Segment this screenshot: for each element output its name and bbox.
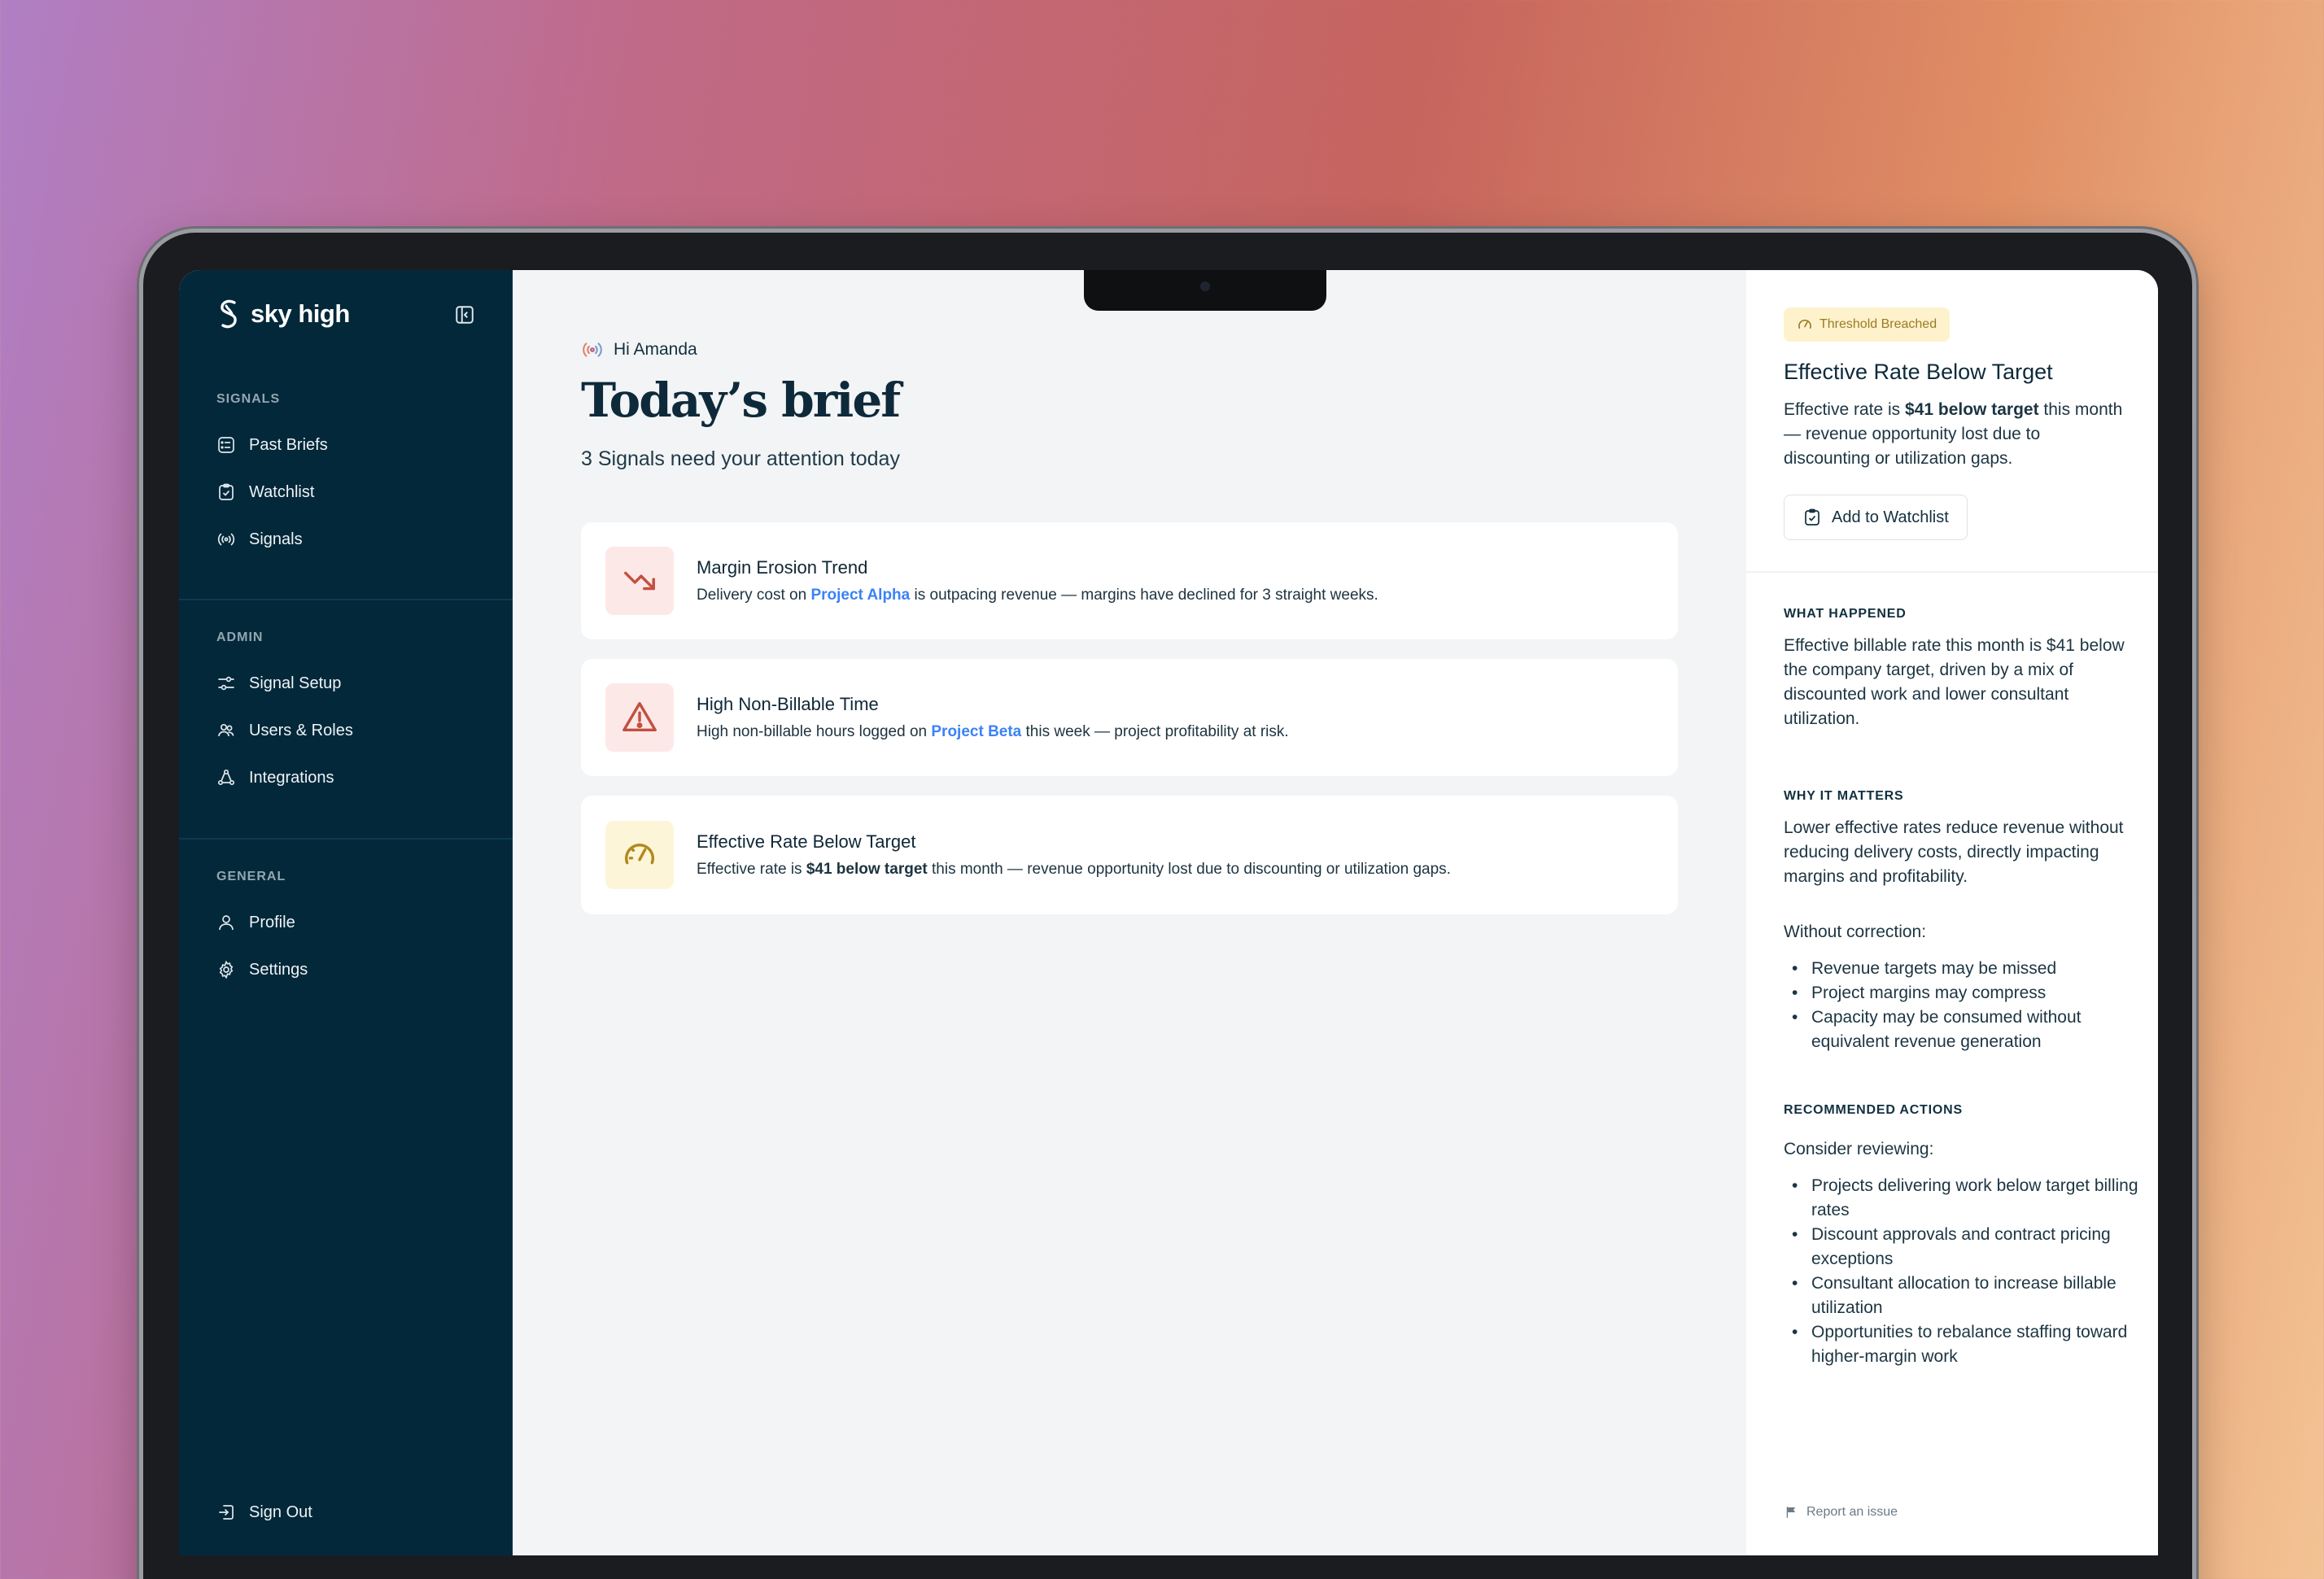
sidebar: sky high SIGNALS Past Briefs Watchlist S… [179, 270, 513, 1555]
nav-section-admin: ADMIN Signal Setup Users & Roles Integra… [179, 630, 513, 801]
add-to-watchlist-button[interactable]: Add to Watchlist [1784, 495, 1968, 540]
gauge-icon [1798, 319, 1811, 329]
greeting-text: Hi Amanda [614, 340, 697, 359]
recommended-actions-list: Projects delivering work below target bi… [1784, 1174, 2142, 1369]
sidebar-item-users-roles[interactable]: Users & Roles [179, 707, 513, 754]
sidebar-item-label: Settings [249, 960, 308, 979]
report-label: Report an issue [1806, 1505, 1898, 1519]
card-description: High non-billable hours logged on Projec… [697, 723, 1289, 740]
sidebar-item-integrations[interactable]: Integrations [179, 754, 513, 801]
gear-icon [219, 960, 234, 979]
list-item: Revenue targets may be missed [1784, 957, 2142, 981]
sliders-icon [218, 676, 234, 691]
integration-icon [217, 769, 235, 786]
broadcast-icon [583, 342, 602, 357]
broadcast-icon [217, 533, 235, 546]
list-item: Discount approvals and contract pricing … [1784, 1223, 2142, 1271]
card-title: High Non-Billable Time [697, 694, 879, 714]
section-title: ADMIN [216, 630, 264, 644]
signal-card-non-billable[interactable]: High Non-Billable Time High non-billable… [581, 659, 1678, 776]
card-icon-container [605, 683, 674, 752]
sidebar-item-label: Watchlist [249, 482, 315, 501]
flag-icon [1786, 1507, 1796, 1518]
sidebar-item-settings[interactable]: Settings [179, 946, 513, 993]
nav-section-signals: SIGNALS Past Briefs Watchlist Signals [179, 392, 513, 563]
list-item: Projects delivering work below target bi… [1784, 1174, 2142, 1223]
list-item: Opportunities to rebalance staffing towa… [1784, 1320, 2142, 1369]
sidebar-item-label: Signals [249, 530, 303, 548]
clipboard-check-icon [219, 483, 234, 500]
clipboard-check-icon [1805, 508, 1819, 526]
sidebar-item-label: Past Briefs [249, 435, 328, 454]
list-item: Consultant allocation to increase billab… [1784, 1271, 2142, 1320]
brand-name: sky high [251, 299, 350, 328]
page-title: Today’s brief [581, 373, 901, 428]
nav-section-general: GENERAL Profile Settings [179, 870, 513, 993]
panel-description: Effective rate is $41 below target this … [1784, 400, 2123, 468]
list-item: Capacity may be consumed without equival… [1784, 1005, 2142, 1054]
sidebar-item-label: Profile [249, 913, 295, 931]
button-label: Add to Watchlist [1832, 508, 1949, 526]
app-window: sky high SIGNALS Past Briefs Watchlist S… [179, 270, 2158, 1555]
section-title: SIGNALS [216, 392, 281, 406]
what-happened-text: Effective billable rate this month is $4… [1784, 636, 2125, 728]
recommended-lead: Consider reviewing: [1784, 1140, 1934, 1158]
consequence-list: Revenue targets may be missed Project ma… [1784, 957, 2142, 1054]
sidebar-item-label: Users & Roles [249, 721, 353, 739]
list-icon [218, 437, 234, 453]
sidebar-item-label: Signal Setup [249, 674, 342, 692]
laptop-frame: sky high SIGNALS Past Briefs Watchlist S… [143, 233, 2192, 1579]
gauge-icon [625, 844, 654, 865]
camera-notch [1084, 270, 1326, 311]
sidebar-item-label: Integrations [249, 768, 334, 787]
panel-divider [1746, 571, 2158, 573]
sidebar-divider [179, 838, 513, 840]
card-description: Effective rate is $41 below target this … [697, 861, 1451, 878]
project-link[interactable]: Project Alpha [810, 587, 910, 604]
section-heading-why-it-matters: WHY IT MATTERS [1784, 789, 1904, 803]
sidebar-item-past-briefs[interactable]: Past Briefs [179, 421, 513, 469]
signal-card-effective-rate[interactable]: Effective Rate Below Target Effective ra… [581, 796, 1678, 914]
panel-title: Effective Rate Below Target [1784, 360, 2053, 384]
badge-label: Threshold Breached [1819, 317, 1937, 331]
section-title: GENERAL [216, 870, 286, 883]
sidebar-item-watchlist[interactable]: Watchlist [179, 469, 513, 516]
brand[interactable]: sky high [216, 298, 350, 330]
why-it-matters-text: Lower effective rates reduce revenue wit… [1784, 818, 2124, 886]
signal-detail-panel: Threshold Breached Effective Rate Below … [1746, 270, 2158, 1555]
sidebar-item-signals[interactable]: Signals [179, 516, 513, 563]
sign-out-icon [219, 1505, 234, 1520]
card-icon-container [605, 547, 674, 615]
report-issue-link[interactable]: Report an issue [1784, 1505, 1898, 1520]
sidebar-item-profile[interactable]: Profile [179, 899, 513, 946]
sign-out-button[interactable]: Sign Out [179, 1489, 312, 1536]
sidebar-divider [179, 599, 513, 600]
logo-icon [221, 299, 237, 329]
card-description: Delivery cost on Project Alpha is outpac… [697, 587, 1378, 604]
warning-icon [622, 702, 657, 732]
users-icon [218, 723, 234, 737]
section-heading-recommended-actions: RECOMMENDED ACTIONS [1784, 1103, 1963, 1117]
card-title: Margin Erosion Trend [697, 557, 868, 578]
signal-card-margin-erosion[interactable]: Margin Erosion Trend Delivery cost on Pr… [581, 522, 1678, 639]
without-correction-lead: Without correction: [1784, 923, 1927, 941]
sidebar-collapse-icon[interactable] [454, 304, 475, 325]
main-content: Hi Amanda Today’s brief 3 Signals need y… [513, 270, 1746, 1555]
user-icon [219, 915, 234, 931]
project-link[interactable]: Project Beta [931, 723, 1021, 740]
section-heading-what-happened: WHAT HAPPENED [1784, 607, 1907, 621]
page-subtitle: 3 Signals need your attention today [581, 447, 900, 470]
card-title: Effective Rate Below Target [697, 831, 916, 852]
status-badge: Threshold Breached [1784, 308, 1950, 342]
card-icon-container [605, 821, 674, 889]
trend-down-icon [624, 571, 655, 591]
list-item: Project margins may compress [1784, 981, 2142, 1005]
greeting: Hi Amanda [581, 338, 697, 361]
sign-out-label: Sign Out [249, 1503, 312, 1521]
sidebar-item-signal-setup[interactable]: Signal Setup [179, 660, 513, 707]
